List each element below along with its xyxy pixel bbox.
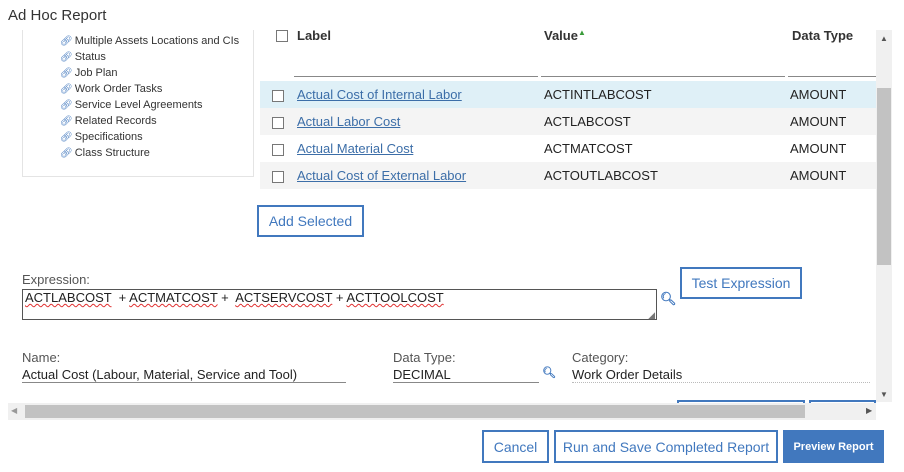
expression-token: ACTLABCOST bbox=[25, 290, 112, 305]
expression-token: ACTSERVCOST bbox=[235, 290, 333, 305]
tree-item[interactable]: 🔗︎ Job Plan bbox=[60, 67, 118, 79]
name-label: Name: bbox=[22, 350, 61, 365]
table-row[interactable]: Actual Labor Cost ACTLABCOST AMOUNT bbox=[260, 108, 876, 135]
test-expression-button[interactable]: Test Expression bbox=[680, 267, 802, 299]
tree-item[interactable]: 🔗︎ Multiple Assets Locations and CIs bbox=[60, 35, 239, 47]
tree-item[interactable]: 🔗︎ Specifications bbox=[60, 131, 143, 143]
data-type-underline bbox=[393, 382, 539, 383]
preview-report-button[interactable]: Preview Report bbox=[783, 430, 884, 463]
tree-item-label: Multiple Assets Locations and CIs bbox=[74, 35, 240, 47]
data-type-field[interactable]: DECIMAL bbox=[393, 367, 451, 382]
add-selected-button[interactable]: Add Selected bbox=[257, 205, 364, 237]
column-header-label[interactable]: Label bbox=[297, 28, 331, 43]
column-header-value[interactable]: Value▲ bbox=[544, 28, 586, 43]
row-checkbox[interactable] bbox=[272, 90, 284, 102]
column-header-data-type[interactable]: Data Type bbox=[792, 28, 853, 43]
sort-ascending-icon: ▲ bbox=[577, 28, 586, 37]
vertical-scroll-thumb[interactable] bbox=[877, 88, 891, 265]
cancel-button[interactable]: Cancel bbox=[482, 430, 549, 463]
row-value: ACTLABCOST bbox=[544, 114, 631, 129]
link-icon: 🔗︎ bbox=[60, 132, 73, 143]
expression-token: + bbox=[332, 290, 347, 305]
tree-item[interactable]: 🔗︎ Work Order Tasks bbox=[60, 83, 162, 95]
header-divider bbox=[294, 76, 538, 77]
run-and-save-button[interactable]: Run and Save Completed Report bbox=[554, 430, 778, 463]
link-icon: 🔗︎ bbox=[60, 68, 73, 79]
table-row[interactable]: Actual Material Cost ACTMATCOST AMOUNT bbox=[260, 135, 876, 162]
row-label-link[interactable]: Actual Material Cost bbox=[297, 141, 413, 156]
row-value: ACTINTLABCOST bbox=[544, 87, 652, 102]
tree-item-label: Status bbox=[74, 51, 106, 63]
tree-item-label: Job Plan bbox=[74, 67, 118, 79]
expression-token: + bbox=[217, 290, 236, 305]
name-field[interactable]: Actual Cost (Labour, Material, Service a… bbox=[22, 367, 297, 382]
horizontal-scroll-thumb[interactable] bbox=[25, 405, 805, 418]
table-row[interactable]: Actual Cost of External Labor ACTOUTLABC… bbox=[260, 162, 876, 189]
select-all-checkbox[interactable] bbox=[276, 30, 288, 42]
expression-textarea[interactable]: ACTLABCOST + ACTMATCOST + ACTSERVCOST + … bbox=[22, 289, 657, 320]
row-checkbox[interactable] bbox=[272, 171, 284, 183]
expression-token: ACTMATCOST bbox=[129, 290, 218, 305]
tree-item-label: Related Records bbox=[74, 115, 157, 127]
dialog-title: Ad Hoc Report bbox=[8, 7, 107, 24]
tree-item-label: Class Structure bbox=[74, 147, 150, 159]
link-icon: 🔗︎ bbox=[60, 148, 73, 159]
category-underline bbox=[572, 382, 870, 383]
table-row[interactable]: Actual Cost of Internal Labor ACTINTLABC… bbox=[260, 81, 876, 108]
link-icon: 🔗︎ bbox=[60, 52, 73, 63]
row-data-type: AMOUNT bbox=[790, 141, 847, 156]
row-checkbox[interactable] bbox=[272, 117, 284, 129]
data-type-label: Data Type: bbox=[393, 350, 456, 365]
link-icon: 🔗︎ bbox=[60, 84, 73, 95]
column-header-value-text: Value bbox=[544, 28, 578, 43]
tree-item-label: Service Level Agreements bbox=[74, 99, 203, 111]
scroll-down-icon[interactable]: ▼ bbox=[880, 390, 888, 399]
relationship-tree: 🔗︎ Multiple Assets Locations and CIs 🔗︎ St… bbox=[22, 30, 254, 177]
category-label: Category: bbox=[572, 350, 629, 365]
row-checkbox[interactable] bbox=[272, 144, 284, 156]
tree-item-label: Specifications bbox=[74, 131, 143, 143]
scroll-right-icon[interactable]: ▶ bbox=[866, 406, 872, 415]
link-icon: 🔗︎ bbox=[60, 116, 73, 127]
scroll-left-icon[interactable]: ◀ bbox=[11, 406, 17, 415]
row-value: ACTOUTLABCOST bbox=[544, 168, 658, 183]
tree-item[interactable]: 🔗︎ Class Structure bbox=[60, 147, 150, 159]
row-label-link[interactable]: Actual Labor Cost bbox=[297, 114, 400, 129]
header-divider bbox=[788, 76, 876, 77]
row-label-link[interactable]: Actual Cost of External Labor bbox=[297, 168, 466, 183]
header-divider bbox=[541, 76, 785, 77]
category-field[interactable]: Work Order Details bbox=[572, 367, 682, 382]
resize-handle-icon[interactable]: ◢ bbox=[648, 310, 655, 321]
row-data-type: AMOUNT bbox=[790, 114, 847, 129]
expression-token: + bbox=[111, 290, 130, 305]
link-icon: 🔗︎ bbox=[60, 100, 73, 111]
link-icon: 🔗︎ bbox=[60, 36, 73, 47]
tree-item[interactable]: 🔗︎ Status bbox=[60, 51, 106, 63]
row-label-link[interactable]: Actual Cost of Internal Labor bbox=[297, 87, 462, 102]
tree-item-label: Work Order Tasks bbox=[74, 83, 163, 95]
expression-token: ACTTOOLCOST bbox=[346, 290, 444, 305]
row-data-type: AMOUNT bbox=[790, 87, 847, 102]
scroll-up-icon[interactable]: ▲ bbox=[880, 34, 888, 43]
row-data-type: AMOUNT bbox=[790, 168, 847, 183]
name-underline bbox=[22, 382, 346, 383]
row-value: ACTMATCOST bbox=[544, 141, 633, 156]
tree-item[interactable]: 🔗︎ Service Level Agreements bbox=[60, 99, 203, 111]
expression-label: Expression: bbox=[22, 272, 90, 287]
tree-item[interactable]: 🔗︎ Related Records bbox=[60, 115, 157, 127]
search-icon[interactable]: 🔍︎ bbox=[660, 291, 677, 307]
data-type-lookup-icon[interactable]: 🔍︎ bbox=[542, 366, 556, 379]
